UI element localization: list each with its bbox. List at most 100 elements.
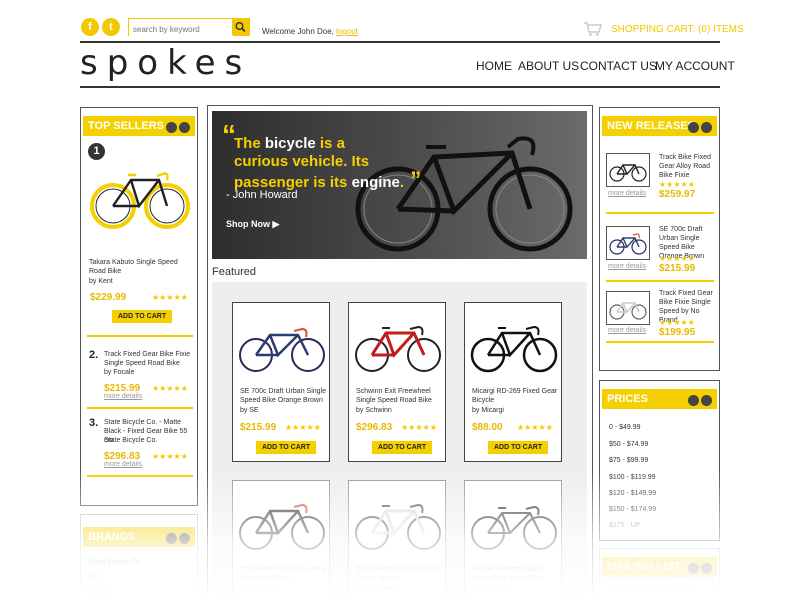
product-card[interactable]: Focale 44 Matte Black Notes Fixie Track … (464, 480, 562, 600)
search-icon (235, 22, 246, 33)
more-details-link[interactable]: more details (104, 461, 142, 468)
rating-stars: ★★★★★ (285, 423, 321, 432)
product-price: $259.97 (659, 189, 696, 200)
product-name[interactable]: Micargi RD-269 Fixed Gear Bicycle (472, 387, 560, 405)
nav-home[interactable]: HOME (476, 59, 512, 73)
product-thumbnail[interactable] (606, 153, 650, 187)
price-filter-item[interactable]: $150 - $174.99 (609, 505, 656, 514)
twitter-icon[interactable]: t (102, 18, 120, 36)
product-brand: by Micargi (472, 407, 504, 414)
top-sellers-title: TOP SELLERS (88, 120, 165, 132)
prices-panel: PRICES 0 - $49.99 $50 - $74.99 $75 - $99… (599, 380, 720, 541)
search-button[interactable] (232, 19, 249, 35)
product-card[interactable]: SE 700c Draft Urban Single Speed Bike Or… (232, 302, 330, 462)
price-filter-item[interactable]: $175 - UP (609, 521, 641, 530)
more-details-link[interactable]: more details (608, 190, 646, 197)
product-name[interactable]: SE 700c Draft Urban Single Speed Bike Or… (240, 387, 328, 405)
search-box (128, 18, 250, 38)
brand-item[interactable]: State Bicycle Co (89, 558, 140, 567)
price-filter-item[interactable]: 0 - $49.99 (609, 423, 641, 432)
carousel-dots[interactable] (686, 561, 712, 581)
product-image (470, 325, 558, 373)
brands-panel: BRANDS State Bicycle Co SE Takara (80, 514, 198, 600)
hero-quote: The bicycle is a curious vehicle. Its pa… (234, 135, 422, 192)
brand-item[interactable]: Takara (89, 588, 110, 597)
product-card[interactable]: Track Bike Fixed Gear Alloy Road Bike Fi… (232, 480, 330, 600)
cart-icon[interactable] (583, 21, 603, 42)
facebook-icon[interactable]: f (81, 18, 99, 36)
logout-link[interactable]: logout (336, 27, 358, 36)
prices-title: PRICES (607, 393, 648, 405)
logo[interactable]: spokes (80, 46, 242, 86)
shop-now-button[interactable]: Shop Now ▶ (226, 219, 279, 230)
nav-contact-us[interactable]: CONTACT US (580, 59, 657, 73)
shopping-cart-link[interactable]: SHOPPING CART: (0) ITEMS (611, 24, 744, 35)
product-name[interactable]: Focale 44 Matte Black Notes Fixie Track … (472, 565, 560, 583)
hero-author: - John Howard (226, 189, 298, 201)
brands-header: BRANDS (83, 527, 195, 547)
price-filter-item[interactable]: $75 - $99.99 (609, 456, 648, 465)
nav-my-account[interactable]: MY ACCOUNT (655, 59, 735, 73)
mailing-list-header: MAILING LIST (602, 557, 717, 577)
new-releases-header: NEW RELEASES (602, 116, 717, 136)
product-card[interactable]: Track Fixed Gear Bike Fixie Single Speed… (348, 480, 446, 600)
price-filter-item[interactable]: $120 - $149.99 (609, 489, 656, 498)
rating-stars: ★★★★★ (659, 254, 695, 263)
carousel-dots[interactable] (686, 393, 712, 413)
product-brand: by Kent (89, 278, 113, 285)
arrow-right-icon: ▶ (272, 219, 280, 229)
product-image (355, 503, 441, 550)
product-price: $215.99 (240, 422, 277, 433)
product-brand: by Focale (104, 369, 135, 376)
nav-about-us[interactable]: ABOUT US (518, 59, 579, 73)
add-to-cart-button[interactable]: ADD TO CART (256, 441, 317, 454)
product-image (239, 327, 325, 372)
carousel-dots[interactable] (164, 120, 190, 140)
search-input[interactable] (129, 21, 233, 38)
product-brand: by Focale 44 (472, 585, 513, 592)
product-brand: State Bicycle Co. (104, 437, 158, 444)
product-brand: by No Brand (356, 585, 395, 592)
nav-divider (80, 86, 720, 88)
rating-stars: ★★★★★ (659, 318, 695, 327)
brand-item[interactable]: SE (89, 573, 98, 582)
price-filter-item[interactable]: $50 - $74.99 (609, 440, 648, 449)
brands-title: BRANDS (88, 531, 136, 543)
product-image[interactable] (87, 156, 193, 236)
new-releases-title: NEW RELEASES (607, 120, 696, 132)
product-thumbnail[interactable] (606, 226, 650, 260)
product-thumbnail[interactable] (606, 291, 650, 325)
product-price: $199.95 (659, 327, 696, 338)
hero-banner[interactable]: “ The bicycle is a curious vehicle. Its … (212, 111, 587, 259)
more-details-link[interactable]: more details (608, 327, 646, 334)
add-to-cart-button[interactable]: ADD TO CART (112, 310, 173, 323)
carousel-dots[interactable] (686, 120, 712, 140)
product-brand: by No Brand (240, 585, 279, 592)
rating-stars: ★★★★★ (517, 423, 553, 432)
product-card[interactable]: Micargi RD-269 Fixed Gear Bicycle by Mic… (464, 302, 562, 462)
welcome-text: Welcome John Doe, (262, 27, 334, 36)
divider (606, 280, 714, 282)
product-name[interactable]: Track Fixed Gear Bike Fixie Single Speed (356, 565, 444, 583)
product-brand: by Schwinn (356, 407, 392, 414)
featured-title: Featured (212, 266, 257, 278)
more-details-link[interactable]: more details (608, 263, 646, 270)
product-image (239, 503, 325, 550)
product-name[interactable]: Track Fixed Gear Bike Fixie Single Speed… (104, 350, 192, 368)
product-name[interactable]: Track Bike Fixed Gear Alloy Road Bike Fi… (659, 153, 719, 180)
add-to-cart-button[interactable]: ADD TO CART (488, 441, 549, 454)
add-to-cart-button[interactable]: ADD TO CART (372, 441, 433, 454)
product-name[interactable]: Track Bike Fixed Gear Alloy Road Bike Fi… (240, 565, 328, 583)
product-card[interactable]: Schwinn Exit Freewheel Single Speed Road… (348, 302, 446, 462)
carousel-dots[interactable] (164, 531, 190, 551)
product-image (355, 325, 441, 372)
rating-stars: ★★★★★ (152, 293, 188, 302)
price-filter-item[interactable]: $100 - $119.99 (609, 473, 656, 482)
product-image (471, 505, 557, 550)
more-details-link[interactable]: more details (104, 393, 142, 400)
product-name[interactable]: Takara Kabuto Single Speed Road Bike (89, 258, 189, 276)
top-sellers-panel: TOP SELLERS 1 Takara Kabuto Single Speed… (80, 107, 198, 506)
product-name[interactable]: Schwinn Exit Freewheel Single Speed Road… (356, 387, 444, 405)
rank-number: 3. (89, 417, 99, 429)
divider (606, 212, 714, 214)
